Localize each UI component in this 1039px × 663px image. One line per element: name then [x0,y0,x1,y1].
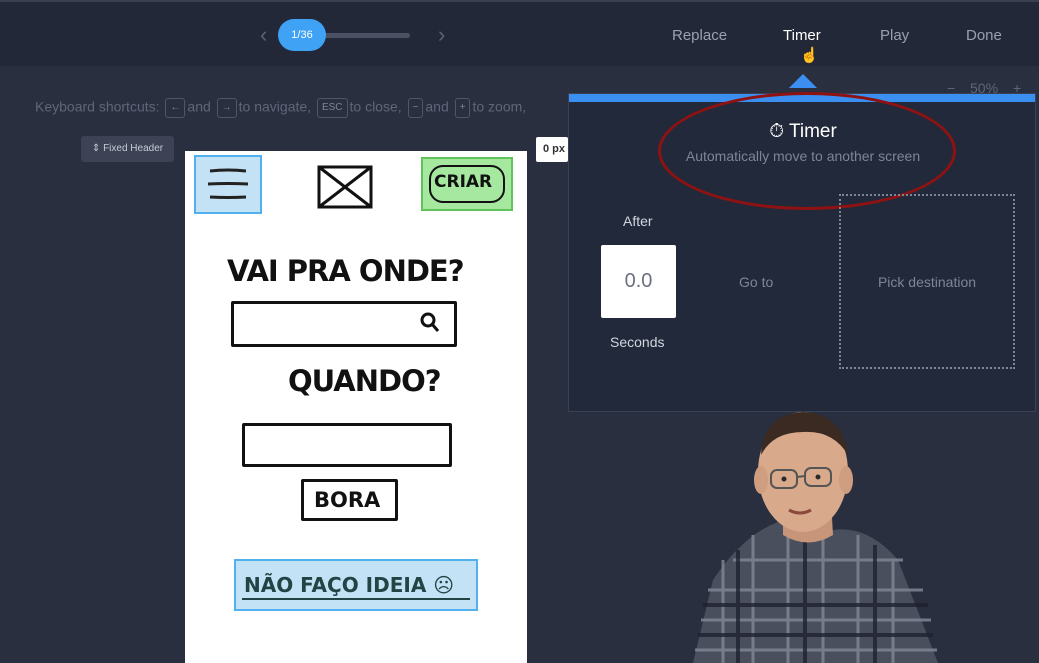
goto-label: Go to [739,274,774,290]
panel-caret [789,74,817,88]
play-menu-item[interactable]: Play [880,27,909,44]
destination-question: VAI PRA ONDE? [227,254,465,288]
after-label: After [623,213,653,229]
presenter-webcam [693,412,938,663]
no-idea-hotspot[interactable]: NÃO FAÇO IDEIA ☹ [234,559,478,611]
fixed-header-button[interactable]: ⇕ Fixed Header [81,136,174,162]
annotation-ellipse [658,92,956,210]
shortcuts-close: to close, [349,98,402,115]
destination-input[interactable] [231,301,457,347]
menu-hotspot[interactable] [194,155,262,214]
timer-menu-item[interactable]: Timer [783,27,821,44]
shortcuts-and: and [187,98,211,115]
hamburger-menu-icon [207,168,249,199]
create-hotspot[interactable]: CRIAR [421,157,513,211]
left-arrow-key: ← [165,98,186,118]
date-input[interactable] [242,423,452,467]
done-menu-item[interactable]: Done [966,27,1002,44]
seconds-label: Seconds [610,334,665,350]
fixed-header-label: Fixed Header [103,143,164,154]
shortcuts-zoom: to zoom, [472,98,527,115]
right-arrow-key: → [216,98,237,118]
go-button[interactable]: BORA [301,479,398,521]
logo-placeholder-icon [317,165,373,209]
seconds-input[interactable]: 0.0 [601,245,676,318]
timer-panel: ⏱ Timer Automatically move to another sc… [568,74,1036,412]
shortcuts-navigate: to navigate, [238,98,312,115]
minus-key: − [407,98,424,118]
plus-key: + [454,98,471,118]
create-button-label: CRIAR [434,172,493,192]
go-button-label: BORA [314,488,381,512]
shortcuts-and-2: and [425,98,449,115]
chevron-left-icon[interactable]: ‹ [260,22,267,48]
pick-destination-dropzone[interactable]: Pick destination [839,194,1015,369]
esc-key: ESC [316,98,348,118]
top-toolbar: ‹ 1/36 › Replace Timer Play Done [0,0,1039,66]
header-offset-input[interactable]: 0 px [536,137,568,162]
search-icon [420,312,440,332]
date-question: QUANDO? [288,364,442,398]
hand-cursor-icon: ☝ [800,47,819,64]
replace-menu-item[interactable]: Replace [672,27,727,44]
sort-arrows-icon: ⇕ [91,143,101,154]
shortcuts-prefix: Keyboard shortcuts: [35,98,160,115]
screen-progress-indicator[interactable]: 1/36 [278,19,326,51]
screen-canvas: CRIAR VAI PRA ONDE? QUANDO? BORA NÃO FAÇ… [185,151,527,663]
no-idea-button-label: NÃO FAÇO IDEIA ☹ [244,573,455,597]
chevron-right-icon[interactable]: › [438,22,445,48]
keyboard-shortcuts-hint: Keyboard shortcuts: ← and → to navigate, E… [35,98,526,118]
